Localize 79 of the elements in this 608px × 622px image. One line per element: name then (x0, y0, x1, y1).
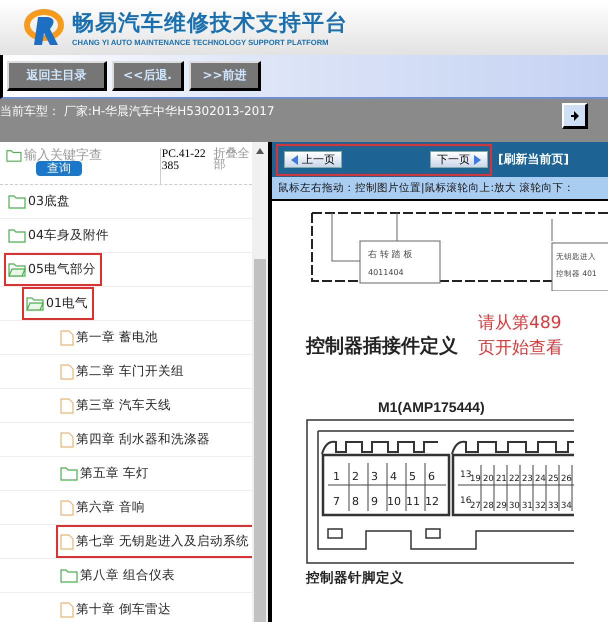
folder-icon (60, 466, 78, 481)
page-note: 请从第489 页开始查看 (478, 312, 563, 360)
folder-icon (60, 568, 78, 583)
arrow-left-icon (291, 154, 298, 164)
folder-icon (6, 148, 22, 163)
tree-item[interactable]: 第二章 车门开关组 (56, 355, 190, 388)
pin-number: 8 (352, 495, 359, 508)
document-icon (60, 398, 74, 414)
pin-number: 31 (522, 501, 533, 511)
folder-icon (8, 194, 26, 209)
tree-item[interactable]: 04车身及附件 (4, 219, 115, 252)
nav-button[interactable]: >>前进 (189, 61, 261, 91)
refresh-link[interactable]: [刷新当前页] (498, 151, 569, 168)
document-icon (60, 330, 74, 346)
pin-number: 20 (483, 474, 494, 484)
open-folder-icon (26, 296, 44, 311)
pin-number: 19 (470, 474, 481, 484)
tree-item[interactable]: 第六章 音响 (56, 491, 151, 524)
pin-number: 6 (428, 470, 435, 483)
pin-number: 27 (470, 501, 481, 511)
part-label: 右 转 踏 板 (368, 250, 413, 260)
open-folder-icon (8, 262, 26, 277)
document-icon (60, 500, 74, 516)
tree-item[interactable]: 第三章 汽车天线 (56, 389, 177, 422)
previous-page-button[interactable]: 上一页 (284, 151, 342, 168)
tree-item[interactable]: 第五章 车灯 (56, 457, 155, 490)
folder-icon (8, 228, 26, 243)
tree-item[interactable]: 第一章 蓄电池 (56, 321, 164, 354)
tree-item[interactable]: 第十章 倒车雷达 (56, 593, 177, 622)
next-page-button[interactable]: 下一页 (430, 151, 488, 168)
document-icon (60, 602, 74, 618)
pin-number: 3 (371, 470, 378, 483)
connector-title: M1(AMP175444) (378, 399, 486, 415)
tree-item[interactable]: 05电气部分 (4, 253, 102, 286)
pin-number: 16 (460, 496, 472, 506)
pin-number: 34 (561, 501, 572, 511)
pin-number: 22 (509, 474, 520, 484)
part-label: 4011404 (368, 268, 404, 277)
tree-item[interactable]: 01电气 (22, 287, 94, 320)
pin-number: 4 (390, 470, 397, 483)
pin-number: 33 (548, 501, 559, 511)
tree-item[interactable]: 第四章 刮水器和洗涤器 (56, 423, 216, 456)
expand-button[interactable] (562, 103, 588, 129)
pin-number: 30 (509, 501, 520, 511)
pin-number: 21 (496, 474, 507, 484)
document-caption: 控制器针脚定义 (306, 569, 405, 587)
pin-number: 7 (333, 495, 340, 508)
tree-item[interactable]: 第七章 无钥匙进入及启动系统 (56, 525, 252, 558)
arrow-right-icon (570, 110, 580, 122)
pin-number: 26 (561, 474, 572, 484)
pin-number: 9 (371, 495, 378, 508)
nav-button[interactable]: <<后退. (112, 61, 184, 91)
pin-number: 2 (352, 470, 359, 483)
pin-number: 29 (496, 501, 507, 511)
pin-number: 28 (483, 501, 494, 511)
pin-number: 5 (409, 470, 416, 483)
hint-text: 鼠标左右拖动：控制图片位置|鼠标滚轮向上:放大 滚轮向下： (272, 177, 608, 201)
pin-number: 23 (522, 474, 533, 484)
scrollbar[interactable] (252, 142, 268, 622)
platform-title: 畅易汽车维修技术支持平台 (72, 10, 348, 38)
pin-number: 11 (406, 495, 420, 508)
pin-number: 25 (548, 474, 559, 484)
pin-number: 1 (333, 470, 340, 483)
document-heading: 控制器插接件定义 (306, 334, 458, 359)
document-icon (60, 534, 74, 550)
arrow-right-icon (474, 154, 481, 164)
tree-item[interactable]: 03底盘 (4, 185, 76, 218)
scroll-up-icon (256, 148, 264, 154)
document-icon (60, 432, 74, 448)
tree-item[interactable]: 第八章 组合仪表 (56, 559, 181, 592)
pin-number: 32 (535, 501, 546, 511)
document-icon (60, 364, 74, 380)
pin-number: 12 (425, 495, 439, 508)
current-model-text: 当前车型： 厂家:H-华晨汽车中华H5302013-2017 (0, 103, 275, 120)
pin-number: 10 (387, 495, 401, 508)
nav-button[interactable]: 返回主目录 (7, 61, 107, 91)
code-text: PC.41-22385 (160, 148, 208, 184)
pin-number: 24 (535, 474, 546, 484)
pin-number: 13 (460, 470, 472, 480)
